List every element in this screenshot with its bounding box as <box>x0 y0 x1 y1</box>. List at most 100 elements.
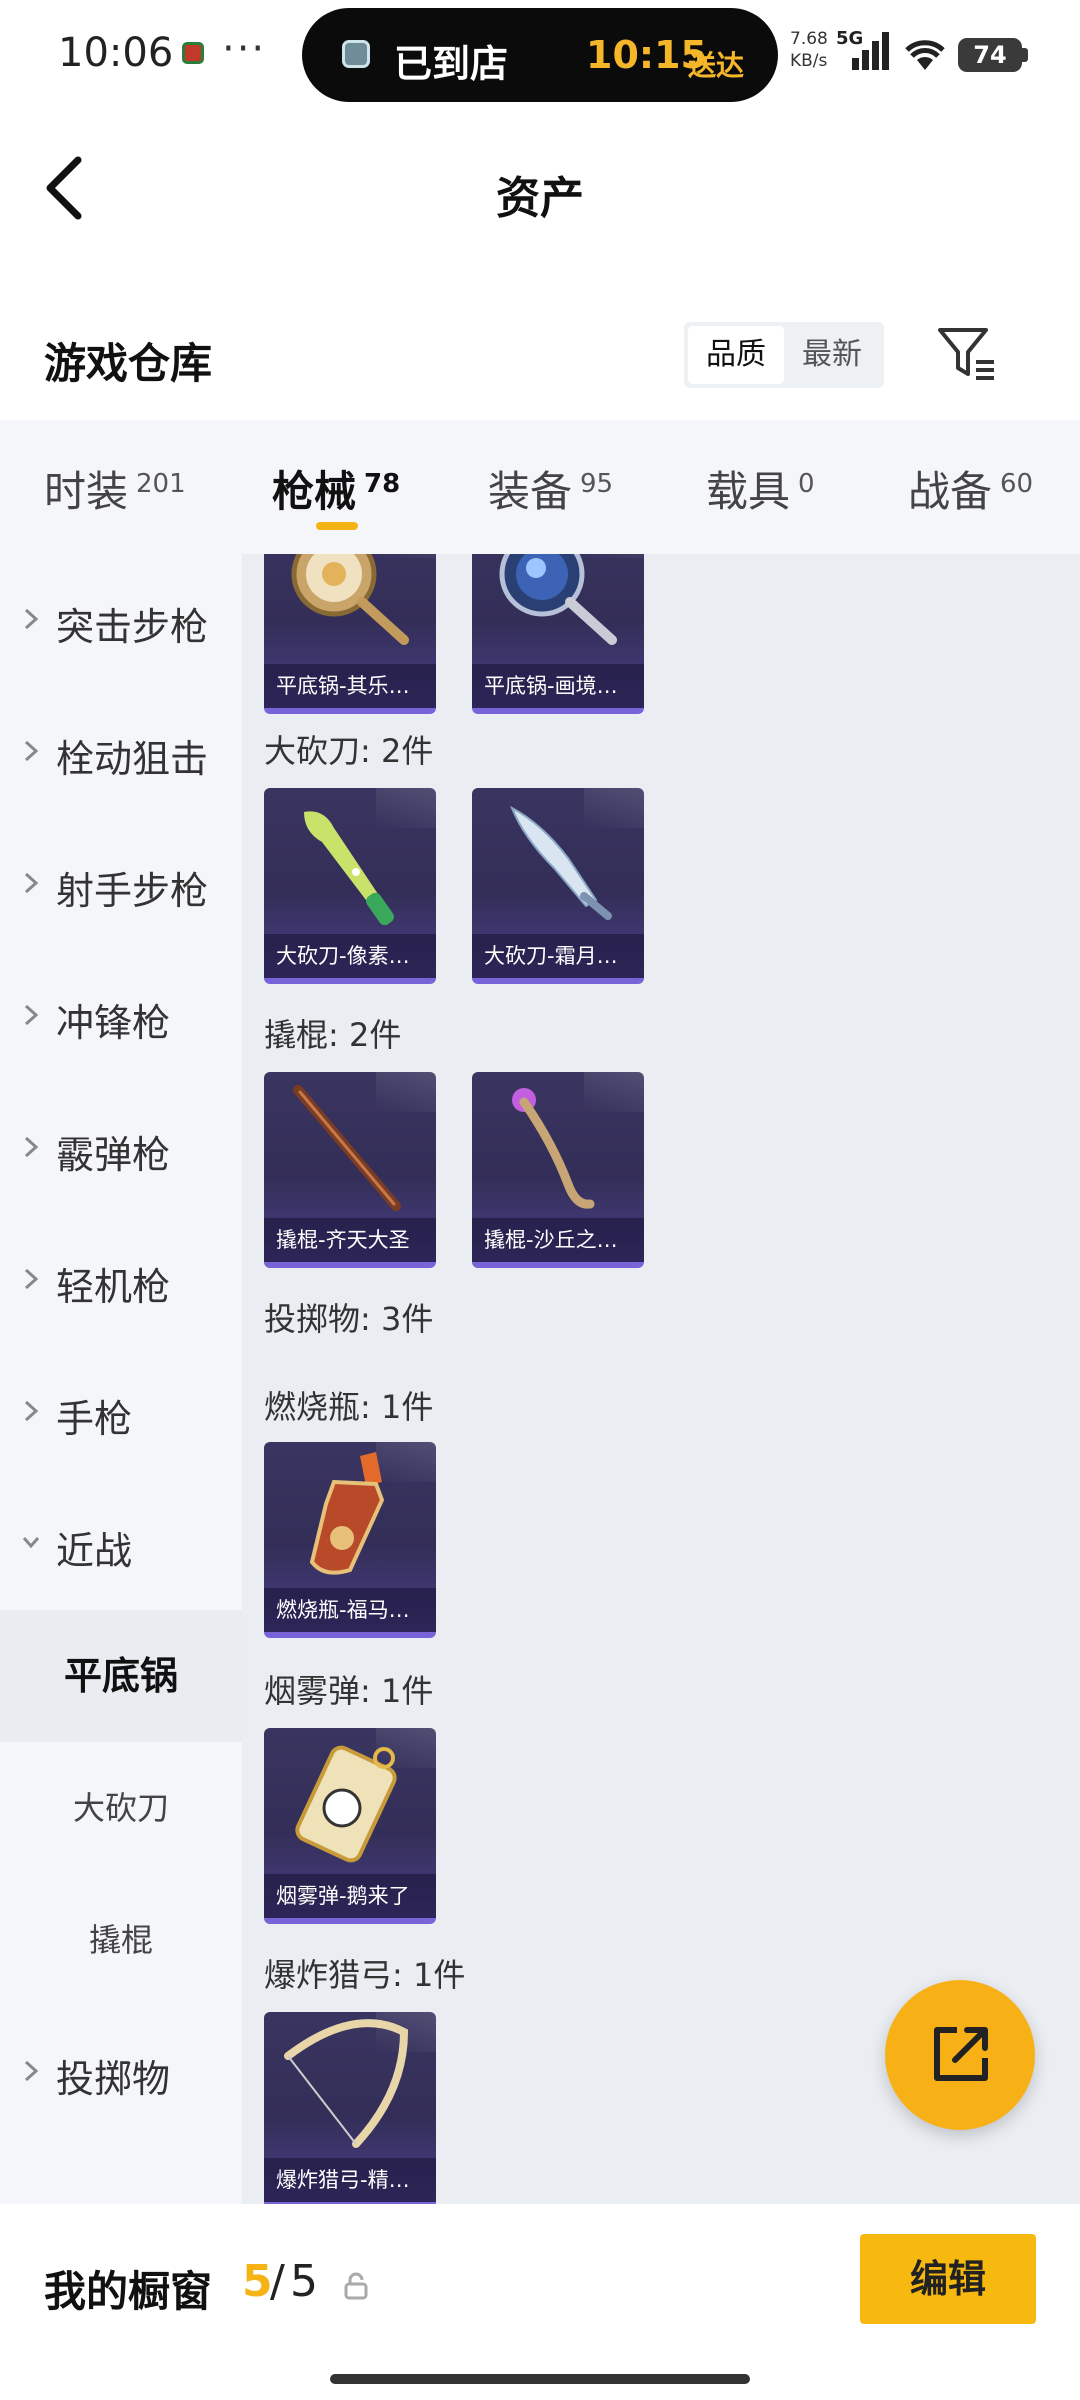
sidebar-item-shotgun[interactable]: 霰弹枪 <box>0 1082 242 1214</box>
sidebar-item-label: 投掷物 <box>56 2057 171 2101</box>
sort-option-quality[interactable]: 品质 <box>688 326 784 384</box>
tab-count: 95 <box>580 469 614 499</box>
tab-label: 装备 <box>488 467 573 516</box>
item-name: 燃烧瓶-福马… <box>264 1588 436 1632</box>
wifi-icon <box>905 40 945 70</box>
chevron-right-icon <box>24 1400 39 1422</box>
chevron-down-icon <box>22 1537 40 1549</box>
top-nav: 资产 <box>0 110 1080 270</box>
battery-tip <box>1022 48 1028 62</box>
smoke-grenade-icon <box>295 1745 397 1863</box>
crowbar-icon <box>293 1085 401 1211</box>
tab-fashion[interactable]: 时装 201 <box>44 458 186 519</box>
share-button[interactable] <box>885 1980 1035 2130</box>
sidebar-item-bolt-sniper[interactable]: 栓动狙击 <box>0 686 242 818</box>
sidebar-subitem-crowbar[interactable]: 撬棍 <box>0 1874 242 2006</box>
sidebar-item-assault-rifle[interactable]: 突击步枪 <box>0 554 242 686</box>
tab-equipment[interactable]: 装备 95 <box>488 458 613 519</box>
sort-toggle: 品质 最新 <box>684 322 884 388</box>
section-label: 撬棍: 2件 <box>264 1016 402 1054</box>
item-name: 大砍刀-像素… <box>264 934 436 978</box>
item-card[interactable]: 撬棍-沙丘之… <box>472 1072 644 1268</box>
chevron-right-icon <box>24 2060 39 2082</box>
item-card[interactable]: 爆炸猎弓-精… <box>264 2012 436 2204</box>
sidebar-item-label: 栓动狙击 <box>56 737 209 781</box>
warehouse-title: 游戏仓库 <box>44 339 213 388</box>
sidebar-item-marksman-rifle[interactable]: 射手步枪 <box>0 818 242 950</box>
home-indicator[interactable] <box>330 2374 750 2384</box>
tab-count: 201 <box>136 469 186 499</box>
tab-count: 60 <box>1000 469 1034 499</box>
network-speed-value: 7.68 <box>790 29 828 49</box>
notification-app-icon <box>182 42 204 64</box>
bow-icon <box>284 2019 409 2148</box>
item-card[interactable]: 大砍刀-像素… <box>264 788 436 984</box>
machete-icon <box>304 811 394 926</box>
section-label: 燃烧瓶: 1件 <box>264 1388 434 1426</box>
sidebar-item-label: 冲锋枪 <box>56 1001 171 1045</box>
sidebar-item-pistol[interactable]: 手枪 <box>0 1346 242 1478</box>
sidebar-item-label: 霰弹枪 <box>56 1133 171 1177</box>
page-title: 资产 <box>496 173 584 224</box>
chevron-right-icon <box>24 1268 39 1290</box>
sidebar-item-melee[interactable]: 近战 <box>0 1478 242 1610</box>
tab-firearms[interactable]: 枪械 78 <box>272 458 400 519</box>
tab-label: 时装 <box>44 467 129 516</box>
delivery-status-text: 已到店 <box>394 42 509 86</box>
sidebar-subitem-machete[interactable]: 大砍刀 <box>0 1742 242 1874</box>
subcategory-sidebar[interactable]: 突击步枪 栓动狙击 射手步枪 冲锋枪 霰弹枪 轻机枪 手枪 近战 平底锅 大砍刀… <box>0 554 242 2204</box>
tab-supplies[interactable]: 战备 60 <box>908 458 1033 519</box>
item-card[interactable]: 烟雾弹-鹅来了 <box>264 1728 436 1924</box>
sidebar-subitem-frying-pan[interactable]: 平底锅 <box>0 1610 242 1742</box>
item-card[interactable]: 平底锅-其乐… <box>264 554 436 714</box>
sidebar-item-label: 轻机枪 <box>56 1265 171 1309</box>
network-speed: 7.68 KB/s <box>790 28 828 72</box>
section-label: 烟雾弹: 1件 <box>264 1672 434 1710</box>
section-label: 爆炸猎弓: 1件 <box>264 1956 466 1994</box>
delivery-eta-suffix: 送达 <box>688 49 745 82</box>
chevron-right-icon <box>24 1004 39 1026</box>
sidebar-item-throwables[interactable]: 投掷物 <box>0 2006 242 2138</box>
more-notifications-icon: ··· <box>222 26 267 72</box>
tab-vehicles[interactable]: 载具 0 <box>706 458 815 519</box>
sort-option-newest[interactable]: 最新 <box>784 326 880 384</box>
item-card[interactable]: 燃烧瓶-福马… <box>264 1442 436 1638</box>
showcase-label: 我的橱窗 <box>44 2267 213 2316</box>
chevron-right-icon <box>24 608 39 630</box>
item-name: 平底锅-画境… <box>472 664 644 708</box>
active-tab-indicator <box>316 522 358 530</box>
molotov-icon <box>309 1452 385 1575</box>
sidebar-item-label: 手枪 <box>56 1397 133 1441</box>
status-time: 10:06 <box>58 30 174 76</box>
tab-count: 78 <box>364 469 401 499</box>
item-card[interactable]: 平底锅-画境… <box>472 554 644 714</box>
delivery-app-icon <box>342 40 370 68</box>
item-name: 撬棍-齐天大圣 <box>264 1218 436 1262</box>
category-tabs: 时装 201 枪械 78 装备 95 载具 0 战备 60 <box>0 420 1080 554</box>
item-name: 烟雾弹-鹅来了 <box>264 1874 436 1918</box>
tab-label: 载具 <box>706 467 791 516</box>
edit-button[interactable]: 编辑 <box>860 2234 1036 2324</box>
sidebar-item-label: 突击步枪 <box>56 605 209 649</box>
item-name: 平底锅-其乐… <box>264 664 436 708</box>
lock-icon <box>344 2272 368 2300</box>
sidebar-item-lmg[interactable]: 轻机枪 <box>0 1214 242 1346</box>
machete-icon <box>510 805 612 920</box>
item-card[interactable]: 大砍刀-霜月… <box>472 788 644 984</box>
section-label: 大砍刀: 2件 <box>264 732 434 770</box>
item-name: 爆炸猎弓-精… <box>264 2158 436 2202</box>
chevron-right-icon <box>24 740 39 762</box>
tab-count: 0 <box>798 469 815 499</box>
sidebar-item-smg[interactable]: 冲锋枪 <box>0 950 242 1082</box>
item-card[interactable]: 撬棍-齐天大圣 <box>264 1072 436 1268</box>
item-grid[interactable]: 平底锅-其乐… 平底锅-画境… 大砍刀: 2件 大砍刀-像素… 大砍刀-霜月… … <box>242 554 1080 2204</box>
frying-pan-icon <box>499 554 617 645</box>
crowbar-icon <box>512 1088 595 1209</box>
showcase-separator: / <box>270 2256 285 2307</box>
share-icon <box>934 2027 988 2081</box>
delivery-status-pill[interactable]: 已到店 10:15 送达 <box>302 8 778 102</box>
signal-icon <box>852 32 889 70</box>
filter-icon[interactable] <box>934 322 998 384</box>
showcase-total: 5 <box>290 2256 318 2307</box>
battery-level: 74 <box>958 38 1022 72</box>
